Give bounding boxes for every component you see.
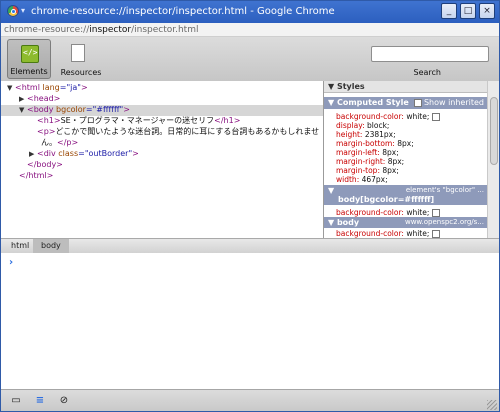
rule-header-bgcolor[interactable]: ▼ element's "bgcolor" ... body[bgcolor=#… xyxy=(324,185,488,205)
style-property[interactable]: margin-right: 8px; xyxy=(336,157,404,166)
dom-node-p-continued[interactable]: ん。</p> xyxy=(41,138,78,149)
address-scheme: chrome-resource:// xyxy=(4,25,90,35)
dom-node-html[interactable]: ▼ <html lang="ja"> xyxy=(7,83,88,94)
dom-node-html-close[interactable]: </html> xyxy=(19,171,53,182)
style-property[interactable]: margin-bottom: 8px; xyxy=(336,139,414,148)
styles-triangle-icon[interactable]: ▼ xyxy=(328,82,337,91)
property-checkbox[interactable] xyxy=(432,113,441,121)
collapsed-triangle-icon[interactable]: ▶ xyxy=(29,149,37,160)
style-property[interactable]: margin-left: 8px; xyxy=(336,148,399,157)
dom-node-p[interactable]: <p>どこかで聞いたような迷台詞。日常的に耳にする台詞もあるかもしれませ xyxy=(37,127,319,138)
breadcrumb-item-body[interactable]: body xyxy=(33,239,69,253)
window-menu-caret-icon[interactable]: ▾ xyxy=(21,6,25,15)
style-property[interactable]: background-color: white; xyxy=(336,112,441,121)
status-bar: ▭ ≡ ⊘ xyxy=(1,389,499,411)
address-bar[interactable]: chrome-resource://inspector/inspector.ht… xyxy=(1,23,499,37)
dom-node-h1[interactable]: <h1>SE・プログラマ・マネージャーの迷セリフ</h1> xyxy=(37,116,240,127)
address-path: /inspector.html xyxy=(131,25,199,35)
minimize-button[interactable]: _ xyxy=(441,3,457,19)
expanded-triangle-icon[interactable]: ▼ xyxy=(324,218,334,227)
resources-tab[interactable]: Resources xyxy=(57,39,105,79)
computed-style-header[interactable]: ▼ Computed Style Show inherited xyxy=(324,97,488,109)
expanded-triangle-icon[interactable]: ▼ xyxy=(19,105,27,116)
scrollbar-thumb[interactable] xyxy=(490,97,498,165)
styles-header[interactable]: ▼ Styles xyxy=(324,81,488,93)
dom-node-div-outborder[interactable]: ▶ <div class="outBorder"> xyxy=(29,149,139,160)
elements-tab[interactable]: Elements xyxy=(7,39,51,79)
rule-selector: body[bgcolor=#ffffff] xyxy=(338,195,435,204)
styles-scrollbar[interactable] xyxy=(487,81,499,238)
expanded-triangle-icon[interactable]: ▼ xyxy=(324,98,334,107)
show-inherited-checkbox[interactable] xyxy=(413,98,422,107)
resources-tab-label: Resources xyxy=(60,68,102,77)
style-property[interactable]: width: 467px; xyxy=(336,175,388,184)
dom-tree-panel: ▼ <html lang="ja"> ▶ <head> ▼ <body bgcolor… xyxy=(1,81,323,238)
dom-node-body-selected[interactable]: ▼ <body bgcolor="#ffffff"> xyxy=(1,105,323,116)
elements-icon xyxy=(21,45,39,63)
elements-tab-label: Elements xyxy=(10,67,48,76)
style-property[interactable]: margin-top: 8px; xyxy=(336,166,399,175)
search-label: Search xyxy=(413,68,441,77)
styles-sidebar: ▼ Styles ▼ Computed Style Show inherited… xyxy=(323,81,499,238)
console-prompt-icon: › xyxy=(9,257,14,268)
resources-icon xyxy=(71,42,91,62)
breadcrumb: html body xyxy=(1,238,499,254)
dom-node-body-close[interactable]: </body> xyxy=(27,160,63,171)
clear-console-icon[interactable]: ⊘ xyxy=(55,393,73,409)
resize-grip-icon[interactable] xyxy=(487,400,497,410)
address-host: inspector xyxy=(89,25,132,35)
console-panel[interactable]: › xyxy=(1,253,499,389)
property-checkbox[interactable] xyxy=(432,209,441,217)
style-property[interactable]: display: block; xyxy=(336,121,389,130)
style-property[interactable]: background-color: white; xyxy=(336,229,441,238)
inspector-toolbar: Elements Resources Search xyxy=(1,37,499,82)
show-inherited-toggle[interactable]: Show inherited xyxy=(413,97,484,109)
expanded-triangle-icon[interactable]: ▼ xyxy=(7,83,15,94)
title-bar: ▾ chrome-resource://inspector/inspector.… xyxy=(1,1,499,23)
dock-icon[interactable]: ▭ xyxy=(7,393,25,409)
close-button[interactable]: × xyxy=(479,3,495,19)
rule-source[interactable]: www.openspc2.org/s... xyxy=(405,217,484,228)
rule-selector: body xyxy=(336,218,360,227)
window-controls: _ □ × xyxy=(441,3,495,19)
console-toggle-icon[interactable]: ≡ xyxy=(31,393,49,409)
dom-node-head[interactable]: ▶ <head> xyxy=(19,94,60,105)
window-title: chrome-resource://inspector/inspector.ht… xyxy=(31,6,335,17)
style-property[interactable]: height: 2381px; xyxy=(336,130,396,139)
rule-header-body[interactable]: ▼ body www.openspc2.org/s... xyxy=(324,217,488,228)
style-property[interactable]: background-color: white; xyxy=(336,208,441,217)
rule-source[interactable]: element's "bgcolor" ... xyxy=(406,186,484,194)
expanded-triangle-icon[interactable]: ▼ xyxy=(328,186,334,195)
maximize-button[interactable]: □ xyxy=(460,3,476,19)
chrome-window: ▾ chrome-resource://inspector/inspector.… xyxy=(0,0,500,412)
collapsed-triangle-icon[interactable]: ▶ xyxy=(19,94,27,105)
chrome-logo-icon[interactable] xyxy=(7,5,19,17)
search-input[interactable] xyxy=(371,46,489,62)
property-checkbox[interactable] xyxy=(432,230,441,238)
